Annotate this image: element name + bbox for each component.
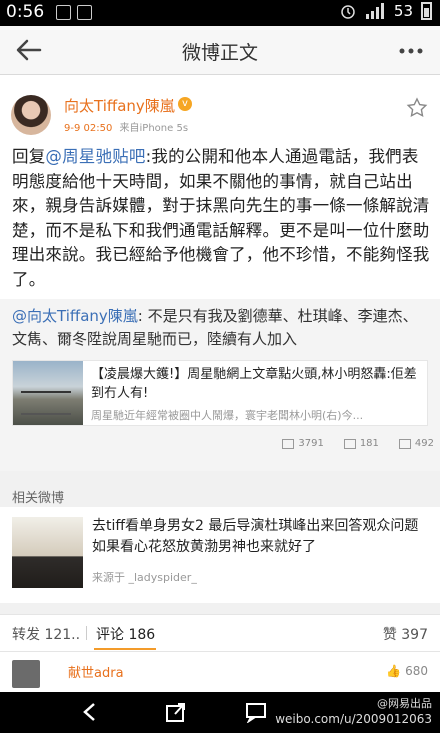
image-icon [77, 5, 92, 20]
related-thumbnail [12, 517, 83, 588]
repost-body: @向太Tiffany陳嵐: 不是只有我及劉德華、杜琪峰、李連杰、文雋、爾冬陞說周… [12, 305, 430, 351]
thumbs-up-icon: 👍 [386, 664, 406, 678]
system-back-icon[interactable] [78, 701, 102, 723]
gallery-icon [56, 5, 71, 20]
share-icon [282, 438, 295, 449]
post-meta: 9-9 02:50 来自iPhone 5s [64, 119, 188, 134]
comment-button[interactable]: 181 [343, 438, 379, 449]
reposted-content[interactable]: @向太Tiffany陳嵐: 不是只有我及劉德華、杜琪峰、李連杰、文雋、爾冬陞說周… [0, 299, 440, 471]
post-tabs: 转发 121.. 评论 186 赞 397 [0, 614, 440, 652]
status-bar: 0:56 53 [0, 0, 440, 26]
thumbs-up-icon [398, 438, 411, 449]
article-card[interactable]: 【凌晨爆大鑊!】周星馳網上文章點火頭,林小明怒轟:佢差到冇人有! 周星馳近年經常… [12, 360, 428, 426]
page-title: 微博正文 [181, 42, 258, 64]
tab-like[interactable]: 赞 397 [383, 624, 428, 644]
article-thumbnail [13, 361, 83, 425]
like-count: 492 [414, 438, 434, 449]
mention-link[interactable]: @周星驰贴吧 [45, 147, 145, 166]
like-button[interactable]: 492 [398, 438, 434, 449]
commenter-name[interactable]: 献世adra [68, 662, 124, 681]
article-description: 周星馳近年經常被圈中人鬧爆，寰宇老闆林小明(右)今... [91, 409, 364, 422]
related-post[interactable]: 去tiff看单身男女2 最后导演杜琪峰出来回答观众问题 如果看心花怒放黄渤男神也… [0, 507, 440, 603]
favorite-star-icon[interactable] [406, 97, 428, 119]
notification-icons [56, 5, 92, 20]
repost-mention-link[interactable]: @向太Tiffany陳嵐 [12, 307, 138, 325]
post-source: 来自iPhone 5s [119, 123, 189, 134]
share-out-icon[interactable] [164, 701, 188, 723]
related-source: 来源于 _ladyspider_ [92, 571, 197, 584]
repost-actions: 3791 181 492 [282, 438, 434, 449]
more-options-icon[interactable] [394, 34, 428, 68]
comment-bubble-icon[interactable] [244, 701, 268, 723]
active-tab-indicator [94, 648, 156, 650]
comment-icon [343, 438, 356, 449]
tab-comment[interactable]: 评论 186 [96, 624, 155, 644]
verified-badge-icon: v [178, 97, 192, 111]
related-heading: 相关微博 [12, 491, 65, 506]
author-name[interactable]: 向太Tiffany陳嵐 [64, 95, 175, 116]
nav-bar: 微博正文 [0, 26, 440, 75]
watermark-brand: @网易出品 [377, 697, 432, 710]
commenter-avatar[interactable] [12, 660, 40, 688]
battery-icon [421, 2, 432, 20]
related-title: 去tiff看单身男女2 最后导演杜琪峰出来回答观众问题 如果看心花怒放黄渤男神也… [92, 518, 419, 555]
status-right-icons: 53 [340, 2, 432, 20]
battery-level: 53 [393, 2, 413, 20]
alarm-icon [341, 5, 355, 19]
comment-like-count: 680 [405, 664, 428, 678]
android-nav-bar: @网易出品 weibo.com/u/2009012063 [0, 692, 440, 733]
comment-count: 181 [359, 438, 379, 449]
post-body: 回复@周星驰贴吧:我的公開和他本人通過電話，我們表明態度給他十天時間，如果不關他… [12, 145, 430, 292]
repost-count: 3791 [298, 438, 324, 449]
tab-divider [86, 626, 87, 640]
signal-icon [365, 3, 384, 19]
reply-prefix: 回复 [12, 147, 46, 166]
author-avatar[interactable] [11, 95, 51, 135]
post-text: :我的公開和他本人通過電話，我們表明態度給他十天時間，如果不關他的事情，就自己站… [12, 147, 430, 289]
status-time: 0:56 [6, 2, 45, 22]
repost-button[interactable]: 3791 [282, 438, 324, 449]
tab-forward[interactable]: 转发 121.. [12, 624, 80, 644]
comment-item: 献世adra 👍 680 [0, 652, 440, 692]
article-title: 【凌晨爆大鑊!】周星馳網上文章點火頭,林小明怒轟:佢差到冇人有! [91, 367, 417, 401]
post-time: 9-9 02:50 [64, 123, 113, 134]
comment-like-button[interactable]: 👍 680 [386, 664, 428, 678]
weibo-post: 向太Tiffany陳嵐 v 9-9 02:50 来自iPhone 5s 回复@周… [0, 75, 440, 471]
watermark-url: weibo.com/u/2009012063 [275, 712, 432, 726]
